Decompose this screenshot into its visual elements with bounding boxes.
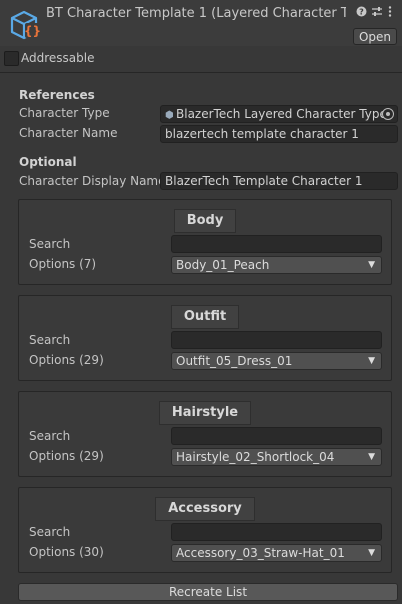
dropdown-arrow-icon: ▼ (368, 452, 375, 462)
category-title: Body (173, 209, 237, 233)
search-label: Search (29, 525, 71, 539)
asset-title: BT Character Template 1 (Layered Charact… (46, 6, 346, 21)
dropdown-arrow-icon: ▼ (368, 548, 375, 558)
character-name-field[interactable]: blazertech template character 1 (160, 125, 398, 143)
options-dropdown[interactable]: Hairstyle_02_Shortlock_04 ▼ (171, 448, 382, 466)
object-type-icon: ⬢ (165, 110, 174, 121)
dropdown-arrow-icon: ▼ (368, 356, 375, 366)
search-label: Search (29, 237, 71, 251)
search-input[interactable] (171, 523, 382, 541)
display-name-field[interactable]: BlazerTech Template Character 1 (160, 172, 398, 190)
help-icon[interactable]: ? (356, 6, 367, 20)
search-input[interactable] (171, 331, 382, 349)
dropdown-arrow-icon: ▼ (368, 260, 375, 270)
options-dropdown[interactable]: Accessory_03_Straw-Hat_01 ▼ (171, 544, 382, 562)
character-type-value: BlazerTech Layered Character Type (176, 107, 387, 121)
character-name-label: Character Name (19, 126, 118, 140)
object-picker-icon[interactable] (382, 108, 394, 120)
preset-sliders-icon[interactable] (371, 6, 383, 20)
options-label: Options (29) (29, 353, 104, 367)
search-label: Search (29, 333, 71, 347)
character-type-field[interactable]: ⬢ BlazerTech Layered Character Type (160, 105, 398, 123)
more-menu-icon[interactable] (388, 6, 392, 20)
display-name-label: Character Display Name (19, 174, 166, 188)
category-panel-hairstyle: Hairstyle Search Options (29) Hairstyle_… (18, 391, 392, 477)
options-label: Options (7) (29, 257, 97, 271)
options-dropdown[interactable]: Outfit_05_Dress_01 ▼ (171, 352, 382, 370)
dropdown-value: Body_01_Peach (176, 258, 270, 272)
dropdown-value: Accessory_03_Straw-Hat_01 (176, 546, 345, 560)
character-type-label: Character Type (19, 106, 110, 120)
category-panel-outfit: Outfit Search Options (29) Outfit_05_Dre… (18, 295, 392, 381)
category-title: Hairstyle (158, 401, 252, 425)
search-input[interactable] (171, 235, 382, 253)
recreate-list-button[interactable]: Recreate List (18, 583, 398, 601)
svg-text:?: ? (359, 8, 364, 17)
dropdown-value: Hairstyle_02_Shortlock_04 (176, 450, 335, 464)
category-title: Outfit (170, 305, 240, 329)
open-button[interactable]: Open (353, 28, 397, 45)
addressable-checkbox[interactable] (4, 51, 19, 66)
optional-heading: Optional (19, 155, 77, 169)
header-divider (0, 72, 402, 73)
options-label: Options (30) (29, 545, 104, 559)
category-title: Accessory (155, 497, 255, 521)
dropdown-value: Outfit_05_Dress_01 (176, 354, 293, 368)
category-panel-accessory: Accessory Search Options (30) Accessory_… (18, 487, 392, 573)
svg-text:{}: {} (24, 24, 41, 38)
addressable-label: Addressable (21, 51, 95, 65)
category-panel-body: Body Search Options (7) Body_01_Peach ▼ (18, 199, 392, 285)
search-input[interactable] (171, 427, 382, 445)
scriptable-object-icon: {} (10, 10, 41, 40)
references-heading: References (19, 88, 95, 102)
options-dropdown[interactable]: Body_01_Peach ▼ (171, 256, 382, 274)
options-label: Options (29) (29, 449, 104, 463)
search-label: Search (29, 429, 71, 443)
